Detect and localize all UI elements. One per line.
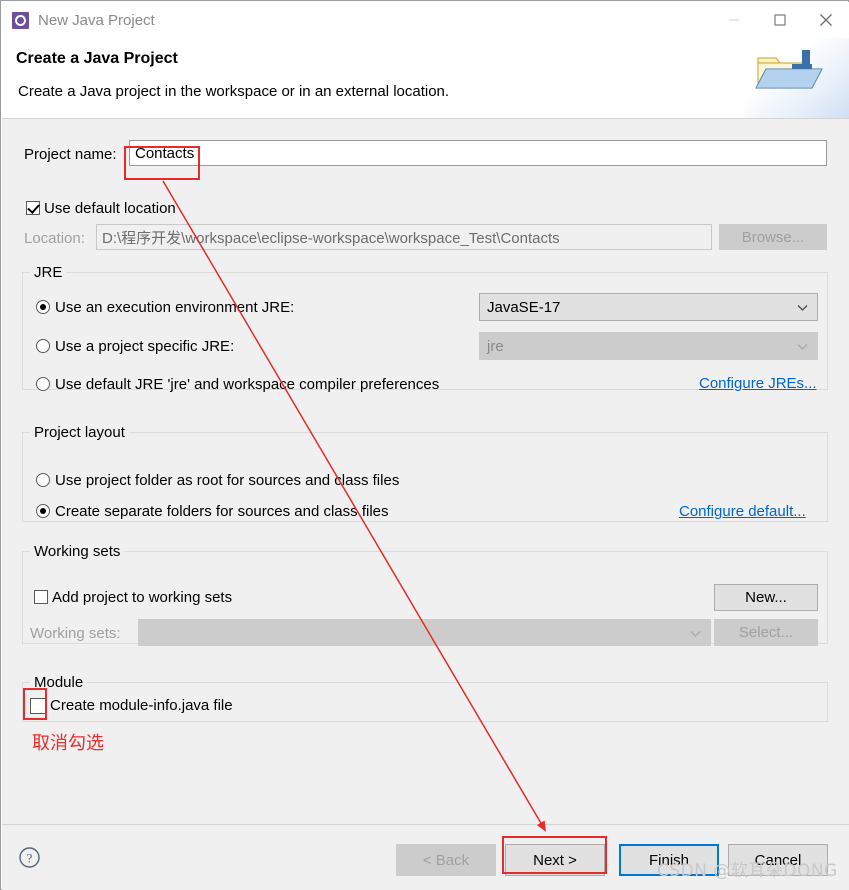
- annotation-uncheck-note: 取消勾选: [32, 733, 104, 754]
- create-module-info-checkbox[interactable]: [30, 698, 46, 714]
- close-button[interactable]: [803, 2, 849, 38]
- jre-group: [22, 272, 828, 390]
- working-sets-combo[interactable]: [138, 619, 711, 646]
- browse-button[interactable]: Browse...: [719, 224, 827, 250]
- create-module-info-label: Create module-info.java file: [50, 697, 233, 714]
- working-sets-group-title: Working sets: [30, 543, 125, 560]
- radio-project-specific-jre[interactable]: [36, 339, 50, 353]
- module-group-title: Module: [30, 674, 88, 691]
- svg-text:?: ?: [27, 851, 33, 866]
- project-specific-jre-combo[interactable]: jre: [479, 332, 818, 360]
- execution-environment-combo[interactable]: JavaSE-17: [479, 293, 818, 321]
- new-working-set-button[interactable]: New...: [714, 584, 818, 611]
- project-specific-jre-value: jre: [487, 337, 504, 355]
- radio-project-specific-jre-label: Use a project specific JRE:: [55, 338, 235, 355]
- radio-separate-folders-label: Create separate folders for sources and …: [55, 503, 389, 520]
- header-banner: [744, 38, 849, 118]
- minimize-icon: [729, 19, 739, 21]
- location-input[interactable]: D:\程序开发\workspace\eclipse-workspace\work…: [96, 224, 712, 250]
- dialog-titlebar: New Java Project: [2, 2, 849, 38]
- execution-environment-value: JavaSE-17: [487, 298, 561, 316]
- maximize-icon: [774, 14, 786, 26]
- chevron-down-icon: [690, 624, 701, 641]
- page-title: Create a Java Project: [16, 50, 178, 67]
- dialog-body: Project name: Contacts Use default locat…: [2, 119, 849, 824]
- location-label: Location:: [24, 230, 85, 247]
- radio-execution-environment-jre[interactable]: [36, 300, 50, 314]
- add-project-to-working-sets-label: Add project to working sets: [52, 589, 233, 606]
- chevron-down-icon: [797, 338, 808, 355]
- use-default-location-label: Use default location: [44, 200, 176, 217]
- window-controls: [711, 2, 849, 38]
- new-java-project-dialog: New Java Project Create a Java Project C…: [0, 0, 849, 890]
- jre-group-title: JRE: [30, 264, 67, 281]
- screenshot-root: New Java Project Create a Java Project C…: [0, 0, 849, 890]
- select-working-set-button[interactable]: Select...: [714, 619, 818, 646]
- radio-default-jre[interactable]: [36, 377, 50, 391]
- add-project-to-working-sets-checkbox[interactable]: [34, 590, 48, 604]
- maximize-button[interactable]: [757, 2, 803, 38]
- close-icon: [820, 14, 832, 26]
- help-button[interactable]: ?: [18, 846, 41, 874]
- radio-project-folder-root[interactable]: [36, 473, 50, 487]
- radio-project-folder-root-label: Use project folder as root for sources a…: [55, 472, 400, 489]
- minimize-button[interactable]: [711, 2, 757, 38]
- radio-default-jre-label: Use default JRE 'jre' and workspace comp…: [55, 376, 440, 393]
- page-description: Create a Java project in the workspace o…: [18, 83, 450, 100]
- dialog-title: New Java Project: [38, 11, 155, 29]
- java-project-icon: [12, 11, 29, 29]
- chevron-down-icon: [797, 299, 808, 316]
- configure-jres-link[interactable]: Configure JREs...: [699, 375, 817, 392]
- project-name-input[interactable]: Contacts: [129, 140, 827, 166]
- radio-separate-folders[interactable]: [36, 504, 50, 518]
- use-default-location-checkbox[interactable]: [26, 201, 40, 215]
- watermark: CSDN @软耳朵DONG: [657, 861, 838, 881]
- working-sets-label: Working sets:: [30, 625, 121, 642]
- open-folder-java-icon: [755, 50, 823, 89]
- back-button[interactable]: < Back: [396, 844, 496, 876]
- radio-execution-environment-jre-label: Use an execution environment JRE:: [55, 299, 295, 316]
- configure-default-link[interactable]: Configure default...: [679, 503, 806, 520]
- project-layout-group-title: Project layout: [30, 424, 129, 441]
- project-name-label: Project name:: [24, 146, 117, 163]
- help-icon: ?: [19, 847, 40, 868]
- next-button[interactable]: Next >: [505, 844, 605, 876]
- dialog-header: Create a Java Project Create a Java proj…: [2, 38, 849, 118]
